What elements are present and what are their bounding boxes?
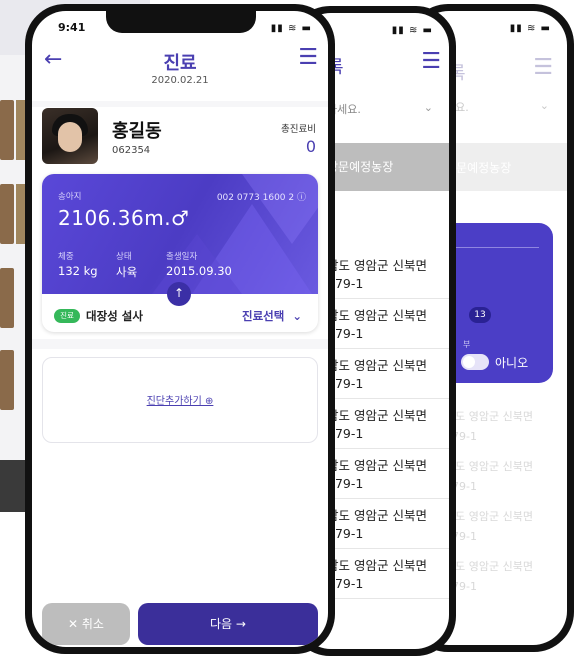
- page-title: 진료: [163, 53, 197, 74]
- farm-list-item[interactable]: 남도 영암군 신북면 979-1: [327, 349, 449, 399]
- vet-code: 062354: [112, 145, 151, 156]
- farm-list-item[interactable]: 남도 영암군 신북면 979-1: [327, 449, 449, 499]
- farm-list-item[interactable]: 남도 영암군 신북면 979-1: [327, 249, 449, 299]
- state-label: 상태: [116, 252, 132, 262]
- divider: [32, 339, 328, 349]
- cow-card: 송아지 002 0773 1600 2 ⓘ 2106.36m.♂ 체중 132 …: [42, 174, 318, 332]
- cow-card-header: 송아지 002 0773 1600 2 ⓘ 2106.36m.♂ 체중 132 …: [42, 174, 318, 294]
- status-icons: ▮▮ ≋ ▬: [509, 23, 551, 34]
- list-item: 남도 영암군 신북면 979-1: [445, 560, 533, 593]
- phone-front-screen: 9:41 ▮▮ ≋ ▬ ← 진료 2020.02.21 ☰ 홍길동 062354…: [32, 11, 328, 647]
- page-date: 2020.02.21: [151, 75, 209, 86]
- treatment-select-button[interactable]: 진료선택 ⌄: [242, 308, 302, 324]
- list-item: 남도 영암군 신북면 979-1: [445, 510, 533, 543]
- collapse-up-icon[interactable]: ↑: [167, 282, 191, 306]
- chevron-down-icon[interactable]: ⌄: [540, 99, 549, 112]
- menu-icon[interactable]: ☰: [421, 49, 441, 74]
- toggle-switch[interactable]: [461, 354, 489, 370]
- toggle-label: 부: [463, 340, 471, 349]
- total-fee-value: 0: [305, 137, 316, 156]
- phone-notch: [106, 11, 256, 33]
- count-badge: 13: [469, 307, 491, 323]
- thumbnail-image: [0, 100, 14, 160]
- cow-type-label: 송아지: [58, 192, 82, 202]
- vet-name: 홍길동: [112, 121, 162, 142]
- info-card: 13 부 아니오: [439, 223, 553, 383]
- farm-list-item[interactable]: 남도 영암군 신북면 979-1: [327, 399, 449, 449]
- weight-value: 132 kg: [58, 264, 98, 278]
- state-value: 사육: [116, 265, 138, 279]
- phone-front: 9:41 ▮▮ ≋ ▬ ← 진료 2020.02.21 ☰ 홍길동 062354…: [25, 4, 335, 654]
- menu-icon[interactable]: ☰: [533, 55, 553, 80]
- divider: [455, 247, 539, 248]
- section-header-label: 방문예정농장: [327, 160, 394, 174]
- add-diagnosis-box[interactable]: 진단추가하기 ⊕: [42, 357, 318, 443]
- farm-list-item[interactable]: 남도 영암군 신북면 979-1: [327, 299, 449, 349]
- toggle-value: 아니오: [495, 356, 529, 370]
- farm-list-item[interactable]: 남도 영암군 신북면 979-1: [327, 499, 449, 549]
- cow-weight-display: 2106.36m.♂: [58, 206, 190, 230]
- cow-id-number[interactable]: 002 0773 1600 2 ⓘ: [217, 190, 306, 203]
- treatment-tag: 진료: [54, 309, 80, 323]
- total-fee-label: 총진료비: [281, 124, 316, 135]
- divider: [32, 101, 328, 107]
- menu-icon[interactable]: ☰: [298, 45, 318, 70]
- birth-value: 2015.09.30: [166, 264, 232, 278]
- status-icons: ▮▮ ≋ ▬: [270, 23, 312, 34]
- thumbnail-image: [0, 268, 14, 328]
- thumbnail-image: [0, 350, 14, 410]
- cancel-button[interactable]: ✕ 취소: [42, 603, 130, 645]
- chevron-down-icon: ⌄: [292, 309, 302, 323]
- list-item: 남도 영암군 신북면 979-1: [445, 460, 533, 493]
- farm-list-item[interactable]: 남도 영암군 신북면 979-1: [327, 549, 449, 599]
- birth-label: 출생일자: [166, 252, 198, 262]
- disease-name: 대장성 설사: [86, 309, 143, 323]
- list-item: 남도 영암군 신북면 979-1: [445, 410, 533, 443]
- status-time: 9:41: [58, 21, 86, 34]
- add-diagnosis-link[interactable]: 진단추가하기 ⊕: [43, 392, 317, 407]
- status-icons: ▮▮ ≋ ▬: [391, 25, 433, 36]
- thumbnail-image: [0, 184, 14, 244]
- next-button[interactable]: 다음 →: [138, 603, 318, 645]
- avatar: [42, 108, 98, 164]
- weight-label: 체중: [58, 252, 74, 262]
- chevron-down-icon[interactable]: ⌄: [424, 101, 433, 114]
